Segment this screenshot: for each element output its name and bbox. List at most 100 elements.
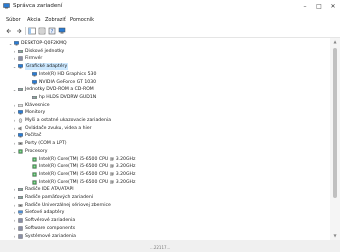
menu-bar: Súbor Akcia Zobraziť Pomocník (0, 15, 340, 24)
device-item[interactable]: Intel(R) Core(TM) i5-6500 CPU @ 3.20GHz (0, 171, 320, 178)
chevron-right-icon[interactable]: › (12, 186, 17, 193)
usb-icon (18, 203, 23, 208)
menu-file[interactable]: Súbor (6, 17, 21, 23)
tree-item-label: DESKTOP-Q0F2KMQ (21, 41, 67, 46)
device-item[interactable]: Intel(R) Core(TM) i5-6500 CPU @ 3.20GHz (0, 156, 320, 163)
chevron-right-icon[interactable]: › (12, 102, 17, 109)
chevron-right-icon[interactable]: › (12, 194, 17, 201)
firmware-icon (18, 56, 23, 62)
scroll-up-icon[interactable]: ▲ (330, 38, 340, 46)
display-adapter-icon (32, 72, 37, 77)
tree-item[interactable]: ⌄ Grafické adaptéry (0, 63, 320, 71)
tree-item[interactable]: › Radiče pamäťových zariadení (0, 194, 320, 201)
tree-item[interactable]: ⌄ Procesory (0, 148, 320, 155)
show-hide-console-tree-icon[interactable] (28, 27, 36, 35)
device-tree: ⌄ DESKTOP-Q0F2KMQ › Diskové jednotky › Firmvé… (0, 38, 330, 240)
back-icon[interactable] (5, 27, 13, 35)
toolbar-separator (25, 27, 26, 35)
chevron-right-icon[interactable]: › (12, 48, 17, 55)
tree-item[interactable]: › Porty (COM a LPT) (0, 140, 320, 147)
close-button[interactable]: ✕ (326, 2, 340, 12)
svg-text:?: ? (51, 29, 54, 35)
keyboard-icon (18, 103, 23, 108)
chevron-right-icon[interactable]: › (12, 225, 17, 232)
system-device-icon (18, 233, 23, 239)
tree-item[interactable]: › Radiče Univerzálnej sériovej zbernice (0, 202, 320, 209)
tree-item-label: Radiče Univerzálnej sériovej zbernice (25, 202, 111, 208)
tree-item-label: Diskové jednotky (25, 48, 65, 54)
tree-item-label: Počítač (25, 133, 42, 139)
network-adapter-icon (18, 210, 23, 215)
mouse-icon (18, 118, 23, 123)
tree-item-label: Grafické adaptéry (25, 63, 69, 71)
scroll-down-icon[interactable]: ▼ (330, 232, 340, 240)
chevron-down-icon[interactable]: ⌄ (12, 148, 17, 155)
tree-item[interactable]: › Radiče IDE ATA/ATAPI (0, 186, 320, 193)
tree-item-label: Porty (COM a LPT) (25, 141, 67, 147)
computer-icon (14, 41, 19, 46)
status-bar: ...22117... (0, 240, 340, 252)
toolbar: ? (0, 25, 340, 38)
tree-item[interactable]: ⌄ Jednotky DVD-ROM a CD-ROM (0, 86, 320, 93)
menu-action[interactable]: Akcia (27, 17, 41, 23)
tree-item[interactable]: › Softvérové zariadenia (0, 217, 320, 224)
sound-icon (18, 126, 23, 131)
tree-item[interactable]: › Systémové zariadenia (0, 233, 320, 240)
chevron-right-icon[interactable]: › (12, 233, 17, 240)
chevron-right-icon[interactable]: › (12, 117, 17, 124)
chevron-right-icon[interactable]: › (12, 125, 17, 132)
tree-item-label: Klávesnice (25, 102, 50, 108)
tree-item[interactable]: › Myši a ostatné ukazovacie zariadenia (0, 117, 320, 124)
device-item[interactable]: Intel(R) Core(TM) i5-6500 CPU @ 3.20GHz (0, 179, 320, 186)
device-item[interactable]: hp HLDS DVDRW GUD1N (0, 94, 320, 101)
menu-help[interactable]: Pomocník (70, 17, 94, 23)
help-icon[interactable]: ? (48, 27, 56, 35)
chevron-right-icon[interactable]: › (12, 202, 17, 209)
chevron-right-icon[interactable]: › (12, 217, 17, 224)
chevron-right-icon[interactable]: › (12, 132, 17, 139)
menu-view[interactable]: Zobraziť (45, 17, 66, 23)
dvd-drive-icon (18, 87, 23, 92)
tree-item[interactable]: › Software components (0, 225, 320, 232)
device-item[interactable]: Intel(R) HD Graphics 530 (0, 71, 320, 78)
device-item[interactable]: Intel(R) Core(TM) i5-6500 CPU @ 3.20GHz (0, 163, 320, 170)
chevron-right-icon[interactable]: › (12, 109, 17, 116)
chevron-down-icon[interactable]: ⌄ (8, 40, 13, 47)
chevron-right-icon[interactable]: › (12, 55, 17, 62)
device-item[interactable]: NVIDIA GeForce GT 1030 (0, 79, 320, 86)
tree-item-label: Systémové zariadenia (25, 233, 76, 239)
tree-item[interactable]: › Klávesnice (0, 102, 320, 109)
tree-item[interactable]: › Sieťové adaptéry (0, 209, 320, 216)
maximize-button[interactable]: □ (312, 2, 326, 12)
chevron-down-icon[interactable]: ⌄ (12, 63, 17, 70)
tree-item-label: Jednotky DVD-ROM a CD-ROM (25, 87, 94, 93)
window-title: Správca zariadení (13, 3, 63, 9)
disk-drive-icon (18, 49, 23, 54)
chevron-right-icon[interactable]: › (12, 140, 17, 147)
forward-icon[interactable] (15, 27, 23, 35)
scrollbar-thumb[interactable] (333, 48, 337, 198)
tree-item-label: Myši a ostatné ukazovacie zariadenia (25, 118, 112, 123)
tree-item-label: Intel(R) HD Graphics 530 (39, 71, 97, 77)
processor-icon (32, 164, 37, 169)
scan-hardware-icon[interactable] (58, 27, 66, 35)
tree-item[interactable]: › Diskové jednotky (0, 48, 320, 55)
chevron-right-icon[interactable]: › (12, 209, 17, 216)
tree-item-label: Intel(R) Core(TM) i5-6500 CPU @ 3.20GHz (39, 179, 136, 185)
vertical-scrollbar[interactable]: ▲ ▼ (330, 38, 340, 240)
tree-item-label: Intel(R) Core(TM) i5-6500 CPU @ 3.20GHz (39, 164, 136, 170)
device-manager-icon (3, 3, 10, 9)
storage-controller-icon (18, 195, 23, 200)
tree-item[interactable]: › Počítač (0, 132, 320, 139)
tree-item-label: hp HLDS DVDRW GUD1N (39, 94, 97, 100)
tree-item[interactable]: › Ovládače zvuku, videa a hier (0, 125, 320, 132)
software-component-icon (18, 226, 23, 231)
minimize-button[interactable]: – (298, 2, 312, 12)
tree-item-label: Procesory (25, 148, 48, 154)
tree-item[interactable]: ⌄ DESKTOP-Q0F2KMQ (0, 40, 320, 47)
properties-icon[interactable] (38, 27, 46, 35)
tree-item[interactable]: › Monitory (0, 109, 320, 116)
display-adapter-icon (18, 64, 23, 69)
chevron-down-icon[interactable]: ⌄ (12, 86, 17, 93)
tree-item[interactable]: › Firmvér (0, 55, 320, 62)
